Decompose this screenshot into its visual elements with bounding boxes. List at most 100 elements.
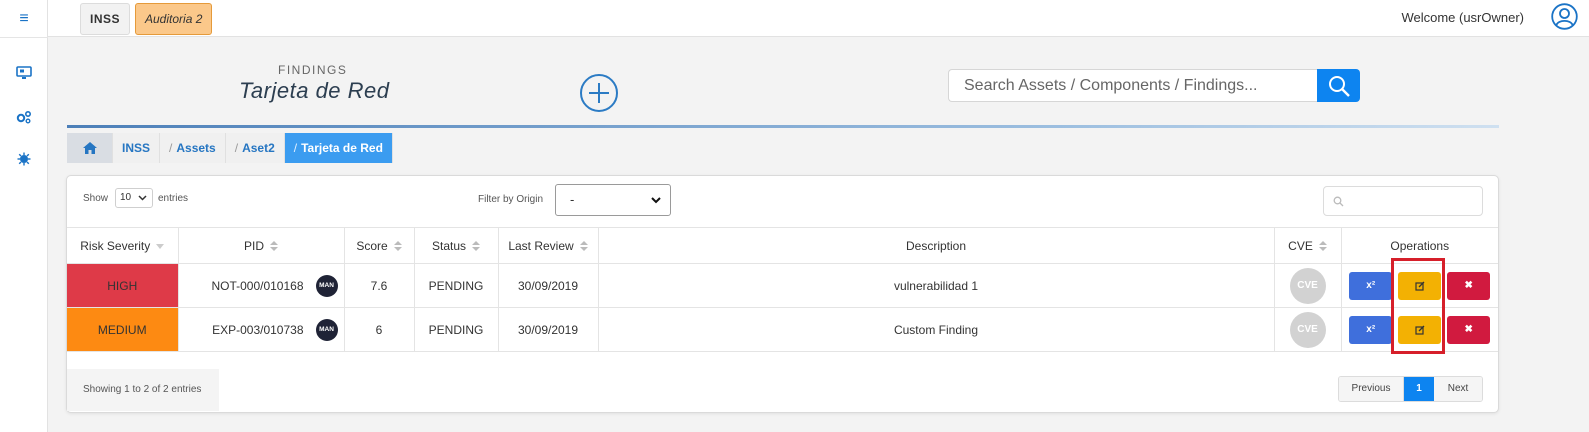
severity-cell: HIGH xyxy=(67,263,179,308)
operations-cell: x² ✖ xyxy=(1341,307,1498,352)
column-header-status[interactable]: Status xyxy=(414,227,499,264)
next-page-button[interactable]: Next xyxy=(1434,377,1482,401)
welcome-text: Welcome (usrOwner) xyxy=(1401,10,1524,25)
global-search-input[interactable] xyxy=(948,69,1318,102)
table-row[interactable]: MEDIUM EXP-003/010738 MAN 6 PENDING 30/09… xyxy=(67,307,1498,352)
column-header-label: Score xyxy=(356,238,388,253)
chevron-down-icon xyxy=(138,195,147,201)
table-header-row: Risk Severity PID Score Status Last Revi… xyxy=(67,227,1498,264)
column-header-label: Operations xyxy=(1390,238,1450,253)
breadcrumb: INSS / Assets / Aset2 /Tarjeta de Red xyxy=(67,133,393,163)
cve-cell: CVE xyxy=(1274,307,1342,352)
edit-icon xyxy=(1415,325,1425,335)
breadcrumb-separator: / xyxy=(234,141,239,155)
page-subtitle: FINDINGS xyxy=(278,63,348,77)
entries-label: entries xyxy=(158,193,189,204)
breadcrumb-label: INSS xyxy=(122,141,151,155)
pid-cell: EXP-003/010738 MAN xyxy=(178,307,345,352)
last-review-cell: 30/09/2019 xyxy=(498,307,599,352)
breadcrumb-label: Aset2 xyxy=(242,141,275,155)
pid-value: NOT-000/010168 xyxy=(211,278,304,293)
page-1-button[interactable]: 1 xyxy=(1404,377,1434,401)
column-header-label: Status xyxy=(431,238,467,253)
breadcrumb-current[interactable]: / Tarjeta de Red xyxy=(284,133,393,163)
chevron-down-icon xyxy=(651,197,661,204)
column-header-label: Risk Severity xyxy=(80,238,151,253)
monitor-icon[interactable] xyxy=(12,62,36,84)
pid-value: EXP-003/010738 xyxy=(212,322,304,337)
edit-button[interactable] xyxy=(1398,271,1442,300)
top-bar: INSS Auditoria 2 Welcome (usrOwner) xyxy=(48,0,1589,37)
manual-badge: MAN xyxy=(315,274,338,297)
column-header-description[interactable]: Description xyxy=(598,227,1275,264)
filter-origin-value: - xyxy=(570,192,575,207)
sort-icon xyxy=(1318,241,1327,252)
column-header-label: Description xyxy=(905,238,967,253)
previous-page-button[interactable]: Previous xyxy=(1339,377,1404,401)
delete-button[interactable]: ✖ xyxy=(1447,315,1491,344)
show-label: Show xyxy=(83,193,109,204)
cve-cell: CVE xyxy=(1274,263,1342,308)
x2-button[interactable]: x² xyxy=(1349,315,1393,344)
table-search-input[interactable] xyxy=(1323,186,1483,216)
breadcrumb-label: Assets xyxy=(176,141,216,155)
user-avatar-icon[interactable] xyxy=(1551,3,1578,30)
status-cell: PENDING xyxy=(414,307,499,352)
column-header-operations: Operations xyxy=(1341,227,1498,264)
plus-icon xyxy=(589,83,609,103)
breadcrumb-separator: / xyxy=(169,141,173,155)
manual-badge: MAN xyxy=(315,318,338,341)
pagination: Previous 1 Next xyxy=(1338,376,1483,402)
header-divider xyxy=(67,125,1499,128)
severity-cell: MEDIUM xyxy=(67,307,179,352)
breadcrumb-aset2[interactable]: / Aset2 xyxy=(225,133,285,163)
sort-icon xyxy=(579,241,588,252)
cve-badge[interactable]: CVE xyxy=(1289,267,1326,304)
pid-cell: NOT-000/010168 MAN xyxy=(178,263,345,308)
virus-icon[interactable] xyxy=(12,148,36,170)
gears-icon[interactable] xyxy=(12,106,36,128)
status-cell: PENDING xyxy=(414,263,499,308)
global-search xyxy=(948,69,1360,102)
breadcrumb-home[interactable] xyxy=(67,133,113,163)
column-header-risk-severity[interactable]: Risk Severity xyxy=(67,227,179,264)
findings-table: Risk Severity PID Score Status Last Revi… xyxy=(67,227,1498,352)
findings-card: Show 10 entries Filter by Origin - Risk … xyxy=(66,175,1499,413)
description-cell: Custom Finding xyxy=(598,307,1275,352)
sort-icon xyxy=(472,241,481,252)
delete-button[interactable]: ✖ xyxy=(1447,271,1491,300)
page-size-select[interactable]: 10 xyxy=(115,188,153,208)
hamburger-menu-icon[interactable]: ≡ xyxy=(12,10,36,28)
filter-origin-label: Filter by Origin xyxy=(478,194,544,205)
column-header-last-review[interactable]: Last Review xyxy=(498,227,599,264)
edit-icon xyxy=(1415,281,1425,291)
search-button[interactable] xyxy=(1317,69,1360,102)
cve-badge[interactable]: CVE xyxy=(1289,311,1326,348)
table-info: Showing 1 to 2 of 2 entries xyxy=(67,369,219,411)
page-size-value: 10 xyxy=(120,192,132,203)
add-finding-button[interactable] xyxy=(580,74,618,112)
column-header-score[interactable]: Score xyxy=(344,227,415,264)
operations-cell: x² ✖ xyxy=(1341,263,1498,308)
breadcrumb-label: Tarjeta de Red xyxy=(301,141,383,155)
edit-button[interactable] xyxy=(1398,315,1442,344)
breadcrumb-inss[interactable]: INSS xyxy=(113,133,161,163)
filter-origin-select[interactable]: - xyxy=(555,184,671,216)
search-icon xyxy=(1333,196,1344,207)
project-chip[interactable]: INSS xyxy=(80,3,131,35)
column-header-label: CVE xyxy=(1288,238,1313,253)
score-cell: 6 xyxy=(344,307,415,352)
breadcrumb-separator: / xyxy=(293,141,298,155)
x2-button[interactable]: x² xyxy=(1349,271,1393,300)
score-cell: 7.6 xyxy=(344,263,415,308)
column-header-pid[interactable]: PID xyxy=(178,227,345,264)
last-review-cell: 30/09/2019 xyxy=(498,263,599,308)
sidebar-divider xyxy=(0,37,48,38)
audit-chip[interactable]: Auditoria 2 xyxy=(135,3,213,35)
column-header-cve[interactable]: CVE xyxy=(1274,227,1342,264)
column-header-label: PID xyxy=(243,238,264,253)
home-icon xyxy=(82,142,97,154)
table-row[interactable]: HIGH NOT-000/010168 MAN 7.6 PENDING 30/09… xyxy=(67,263,1498,308)
sort-icon xyxy=(393,241,402,252)
breadcrumb-assets[interactable]: / Assets xyxy=(160,133,226,163)
